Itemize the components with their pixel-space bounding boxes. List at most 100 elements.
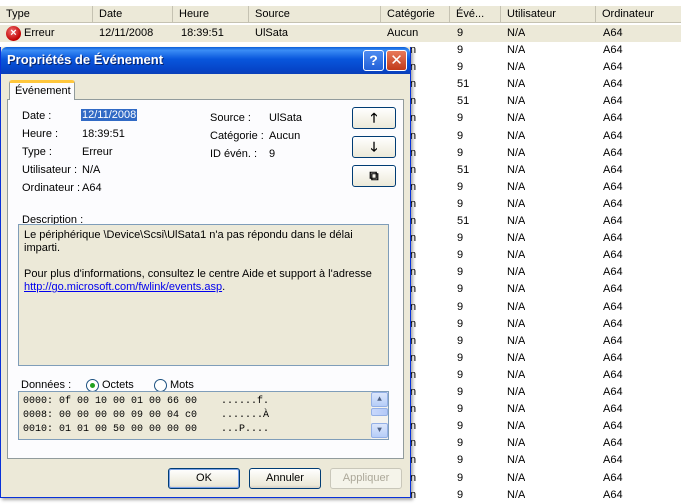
row-computer: A64: [603, 386, 623, 398]
row-type: Erreur: [24, 27, 55, 39]
row-user: N/A: [507, 163, 526, 176]
row-event-id: 9: [457, 317, 464, 330]
row-computer: A64: [603, 27, 623, 39]
row-event-id: 9: [457, 351, 464, 364]
column-header-event-id[interactable]: Évé...: [450, 6, 501, 23]
previous-event-button[interactable]: 🡑: [352, 107, 396, 129]
row-computer: A64: [603, 437, 623, 450]
row-computer: A64: [603, 403, 623, 416]
user-label: Utilisateur :: [22, 164, 78, 176]
column-header-date[interactable]: Date: [93, 6, 173, 23]
apply-button[interactable]: Appliquer: [330, 468, 402, 489]
row-user: N/A: [507, 471, 526, 484]
time-label: Heure :: [22, 128, 59, 140]
event-properties-dialog: Propriétés de Événement ? ✕ Événement Da…: [0, 47, 411, 498]
date-value[interactable]: 12/11/2008: [81, 109, 138, 121]
row-computer: A64: [603, 215, 623, 227]
row-user: N/A: [507, 215, 526, 227]
row-computer: A64: [603, 300, 623, 313]
row-computer: A64: [603, 334, 623, 347]
row-user: N/A: [507, 78, 526, 91]
row-computer: A64: [603, 249, 623, 262]
description-line: Le périphérique \Device\Scsi\UlSata1 n'a…: [24, 229, 353, 254]
row-event-id: 9: [457, 232, 464, 245]
hex-scrollbar[interactable]: ▲ ▼: [371, 392, 388, 439]
row-user: N/A: [507, 197, 526, 210]
dialog-titlebar[interactable]: Propriétés de Événement ? ✕: [1, 47, 410, 74]
row-event-id: 51: [457, 95, 470, 108]
help-button[interactable]: ?: [363, 50, 384, 71]
close-button[interactable]: ✕: [386, 50, 407, 71]
radio-words-label[interactable]: Mots: [170, 379, 194, 391]
time-value: 18:39:51: [82, 128, 125, 140]
user-value: N/A: [82, 164, 101, 176]
ok-button[interactable]: OK: [168, 468, 240, 489]
cancel-button[interactable]: Annuler: [249, 468, 321, 489]
scroll-down-icon[interactable]: ▼: [371, 423, 388, 438]
row-event-id: 9: [457, 488, 464, 501]
row-event-id: 9: [457, 471, 464, 484]
row-user: N/A: [507, 266, 526, 279]
column-header-type[interactable]: Type: [0, 6, 93, 23]
row-user: N/A: [507, 300, 526, 313]
computer-value: A64: [82, 182, 102, 194]
hex-line: 0008: 00 00 00 00 09 00 04 c0 .......À: [23, 410, 270, 421]
row-user: N/A: [507, 146, 526, 159]
row-computer: A64: [603, 317, 623, 330]
row-computer: A64: [603, 471, 623, 484]
type-value: Erreur: [82, 146, 113, 158]
row-source: UlSata: [255, 27, 289, 39]
table-row[interactable]: × Erreur 12/11/2008 18:39:51 UlSata Aucu…: [0, 25, 681, 42]
row-computer: A64: [603, 129, 623, 142]
type-label: Type :: [22, 146, 52, 158]
row-date: 12/11/2008: [99, 27, 154, 39]
tab-event[interactable]: Événement: [9, 80, 75, 100]
row-user: N/A: [507, 44, 526, 56]
arrow-up-icon: 🡑: [370, 110, 378, 125]
row-computer: A64: [603, 488, 623, 501]
row-user: N/A: [507, 437, 526, 450]
row-user: N/A: [507, 368, 526, 381]
row-user: N/A: [507, 488, 526, 501]
column-header-computer[interactable]: Ordinateur: [596, 6, 681, 23]
copy-icon: ⧉: [369, 168, 379, 183]
row-user: N/A: [507, 61, 526, 74]
copy-button[interactable]: ⧉: [352, 165, 396, 187]
description-text[interactable]: Le périphérique \Device\Scsi\UlSata1 n'a…: [18, 224, 389, 366]
radio-bytes-label[interactable]: Octets: [102, 379, 134, 391]
row-event-id: 9: [457, 368, 464, 381]
data-hex-view[interactable]: 0000: 0f 00 10 00 01 00 66 00 ......f. 0…: [18, 391, 389, 440]
row-event-id: 9: [457, 403, 464, 416]
row-user: N/A: [507, 232, 526, 245]
category-label: Catégorie :: [210, 130, 264, 142]
row-computer: A64: [603, 78, 623, 91]
next-event-button[interactable]: 🡓: [352, 136, 396, 158]
scroll-up-icon[interactable]: ▲: [371, 392, 388, 407]
row-event-id: 9: [457, 180, 464, 193]
row-event-id: 9: [457, 129, 464, 142]
row-computer: A64: [603, 368, 623, 381]
column-header-time[interactable]: Heure: [173, 6, 249, 23]
row-event-id: 9: [457, 249, 464, 262]
help-link[interactable]: http://go.microsoft.com/fwlink/events.as…: [24, 281, 222, 293]
row-event-id: 9: [457, 27, 464, 39]
row-event-id: 9: [457, 146, 464, 159]
row-computer: A64: [603, 44, 623, 56]
column-header-user[interactable]: Utilisateur: [501, 6, 596, 23]
column-header-source[interactable]: Source: [249, 6, 381, 23]
row-user: N/A: [507, 27, 526, 39]
row-user: N/A: [507, 403, 526, 416]
hex-line: 0010: 01 01 00 50 00 00 00 00 ...P....: [23, 424, 270, 435]
row-event-id: 9: [457, 454, 464, 467]
column-header-category[interactable]: Catégorie: [381, 6, 450, 23]
row-event-id: 9: [457, 386, 464, 398]
row-event-id: 51: [457, 163, 470, 176]
row-event-id: 9: [457, 112, 464, 125]
row-time: 18:39:51: [181, 27, 224, 39]
event-id-value: 9: [269, 148, 276, 160]
row-user: N/A: [507, 386, 526, 398]
row-computer: A64: [603, 61, 623, 74]
computer-label: Ordinateur :: [22, 182, 81, 194]
scroll-thumb[interactable]: [371, 408, 388, 416]
category-value: Aucun: [269, 130, 301, 142]
